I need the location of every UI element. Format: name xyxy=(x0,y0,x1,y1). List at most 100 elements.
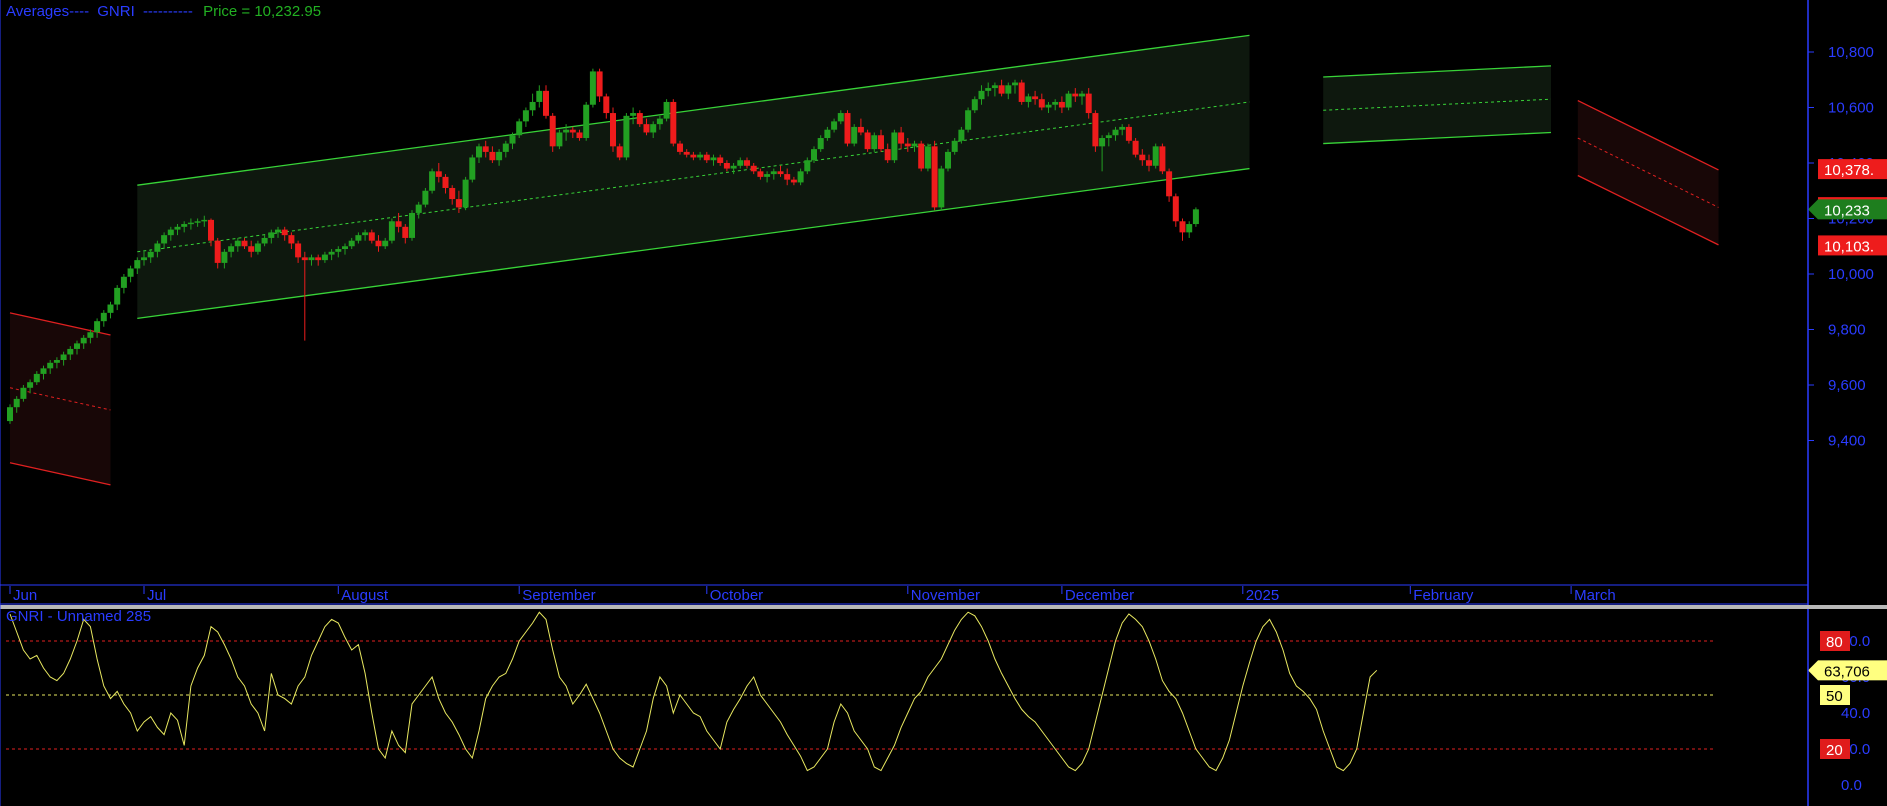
candle-body xyxy=(281,229,288,236)
header-price: Price = 10,232.95 xyxy=(203,3,321,20)
candle-body xyxy=(750,165,757,172)
candle-body xyxy=(254,243,261,252)
candle-body xyxy=(395,221,402,227)
month-label: March xyxy=(1574,587,1616,604)
price-tag-label: 10,103. xyxy=(1824,238,1874,255)
candle-body xyxy=(248,246,255,252)
candle-body xyxy=(1125,126,1132,141)
candle-body xyxy=(20,387,27,399)
candle-body xyxy=(362,232,369,236)
candle-body xyxy=(998,85,1005,94)
month-label: August xyxy=(341,587,389,604)
candle-body xyxy=(857,126,864,133)
candle-body xyxy=(589,71,596,105)
candle-body xyxy=(824,129,831,139)
candle-body xyxy=(40,368,47,374)
candle-body xyxy=(435,171,442,177)
candle-body xyxy=(924,146,931,169)
candle-body xyxy=(194,221,201,223)
candle-body xyxy=(971,99,978,111)
header-symbol: GNRI xyxy=(97,3,135,20)
indicator-tick-label: 0.0 xyxy=(1841,777,1862,794)
candle-body xyxy=(603,96,610,114)
candle-body xyxy=(415,204,422,213)
candle-body xyxy=(817,138,824,150)
candle-body xyxy=(301,257,308,261)
candle-body xyxy=(522,110,529,122)
candle-body xyxy=(1012,82,1018,86)
indicator-tick-label: 40.0 xyxy=(1841,705,1870,722)
candle-body xyxy=(1032,96,1039,100)
candle-body xyxy=(730,165,737,169)
candle-body xyxy=(27,382,34,388)
candle-body xyxy=(87,332,94,338)
month-label: October xyxy=(710,587,763,604)
candle-body xyxy=(904,143,911,147)
candle-body xyxy=(1058,101,1065,108)
candle-body xyxy=(556,132,563,147)
price-tick-label: 9,400 xyxy=(1828,433,1866,450)
candle-body xyxy=(1192,209,1199,225)
candle-body xyxy=(991,85,998,89)
price-tag: 10,378. xyxy=(1818,159,1887,180)
candle-body xyxy=(636,113,643,125)
candle-body xyxy=(1112,129,1119,136)
candle-body xyxy=(878,135,884,150)
level-tag: 80 xyxy=(1820,631,1850,651)
candle-body xyxy=(710,157,717,161)
candle-body xyxy=(288,235,295,244)
candle-body xyxy=(60,354,67,361)
oscillator-tag-label: 63,706 xyxy=(1824,663,1870,680)
candle-body xyxy=(1099,138,1106,147)
candle-body xyxy=(308,257,315,261)
candle-body xyxy=(382,240,389,247)
candle-body xyxy=(107,304,114,313)
price-tick-label: 9,800 xyxy=(1828,322,1866,339)
month-label: 2025 xyxy=(1246,587,1279,604)
candle-body xyxy=(388,221,395,241)
candle-body xyxy=(1132,140,1139,155)
candle-body xyxy=(864,132,871,150)
candle-body xyxy=(469,157,476,180)
candle-body xyxy=(261,237,268,244)
candle-body xyxy=(770,171,777,175)
candle-body xyxy=(1025,96,1032,102)
candle-body xyxy=(938,168,945,208)
candle-body xyxy=(154,243,161,252)
candle-body xyxy=(1159,146,1166,172)
candle-body xyxy=(348,240,355,247)
candle-body xyxy=(462,179,469,208)
candle-body xyxy=(670,101,677,144)
candle-body xyxy=(275,229,281,233)
candle-body xyxy=(549,115,556,147)
candle-body xyxy=(328,251,335,255)
candle-body xyxy=(100,312,107,322)
candle-body xyxy=(476,146,482,158)
candle-body xyxy=(797,171,804,183)
candle-body xyxy=(201,219,208,222)
candle-body xyxy=(241,240,248,247)
candle-body xyxy=(596,71,603,97)
header-dashes: ---------- xyxy=(143,3,193,20)
candle-body xyxy=(147,251,154,258)
candle-body xyxy=(496,151,503,161)
candle-body xyxy=(965,110,972,130)
candle-body xyxy=(663,101,670,119)
price-tag-label: 10,378. xyxy=(1824,162,1874,179)
chart-header: Averages---- GNRI ---------- Price = 10,… xyxy=(6,3,321,20)
candle-body xyxy=(844,113,851,144)
candle-body xyxy=(422,190,429,205)
candle-body xyxy=(33,373,40,383)
candle-body xyxy=(234,240,241,247)
candle-body xyxy=(221,251,228,263)
candle-body xyxy=(764,174,771,177)
candle-body xyxy=(1092,113,1099,147)
candle-body xyxy=(543,90,549,116)
candle-body xyxy=(1079,93,1085,97)
candle-body xyxy=(690,154,697,158)
candle-body xyxy=(837,113,844,122)
candle-body xyxy=(911,143,918,147)
candle-body xyxy=(723,163,730,169)
candle-body xyxy=(744,160,750,166)
price-tick-label: 9,600 xyxy=(1828,377,1866,394)
